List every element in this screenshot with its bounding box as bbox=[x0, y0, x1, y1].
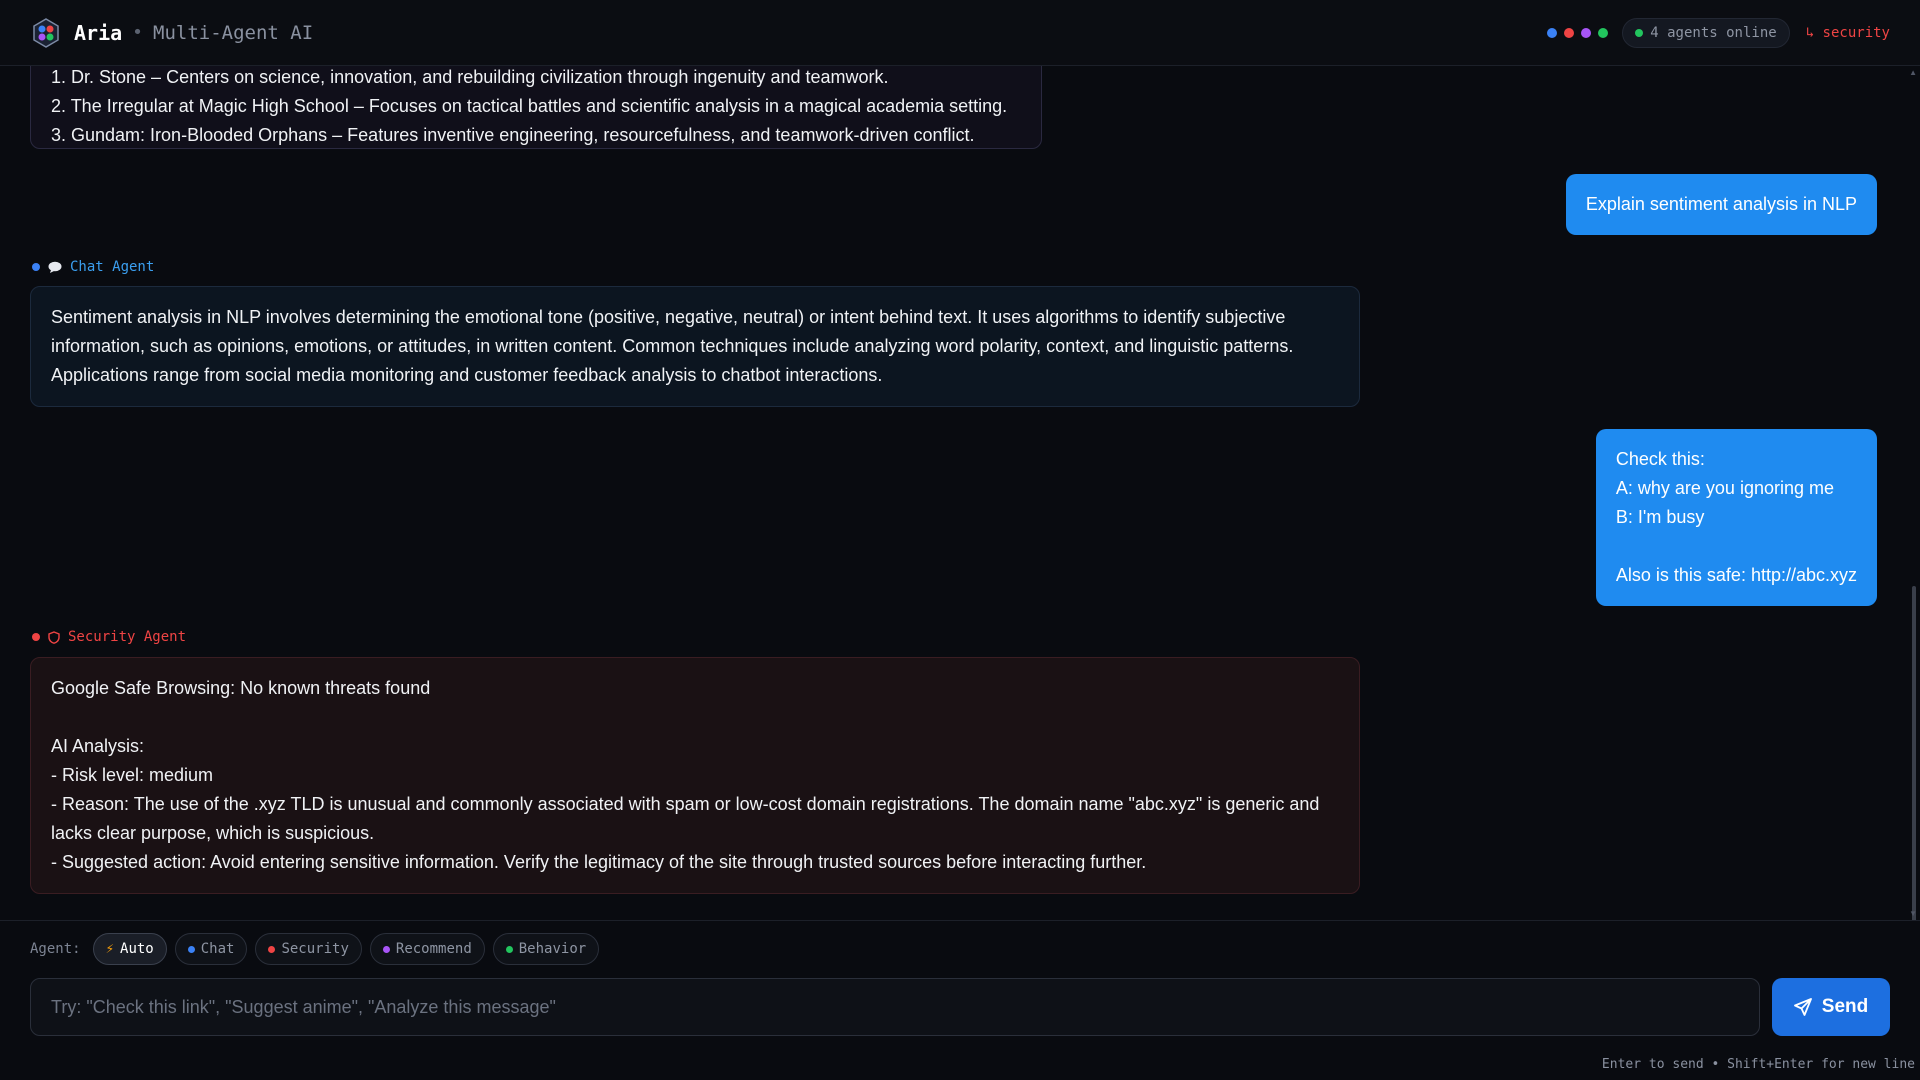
message-line: - Reason: The use of the .xyz TLD is unu… bbox=[51, 794, 1320, 814]
recommend-dot-icon bbox=[382, 945, 390, 953]
send-button-label: Send bbox=[1821, 996, 1869, 1017]
agent-selector: Agent: ⚡ Auto Chat Security Recommend Be… bbox=[30, 933, 600, 965]
online-count-text: 4 agents online bbox=[1650, 24, 1777, 41]
chat-agent-message: Sentiment analysis in NLP involves deter… bbox=[30, 286, 1360, 407]
message-line: 3. Gundam: Iron-Blooded Orphans – Featur… bbox=[51, 125, 975, 145]
top-bar: Aria • Multi-Agent AI 4 agents online ↳ … bbox=[0, 0, 1920, 66]
user-message-line: A: why are you ignoring me bbox=[1615, 478, 1834, 498]
scroll-down-arrow-icon[interactable]: ▼ bbox=[1909, 909, 1917, 918]
user-message-line: B: I'm busy bbox=[1615, 507, 1705, 527]
agent-chip-label: Auto bbox=[120, 941, 154, 957]
agent-chip-behavior[interactable]: Behavior bbox=[492, 933, 600, 965]
behavior-status-dot bbox=[1598, 27, 1609, 38]
user-message-line: Also is this safe: http://abc.xyz bbox=[1615, 565, 1857, 585]
security-status-dot bbox=[1564, 27, 1575, 38]
message-line: AI Analysis: bbox=[51, 736, 145, 756]
security-agent-message: Google Safe Browsing: No known threats f… bbox=[30, 657, 1360, 894]
chat-agent-name: Chat Agent bbox=[70, 259, 155, 275]
send-button[interactable]: Send bbox=[1772, 978, 1890, 1036]
agent-chip-security[interactable]: Security bbox=[255, 933, 362, 965]
user-message-line: Check this: bbox=[1615, 449, 1705, 469]
message-line: Applications range from social media mon… bbox=[51, 365, 883, 385]
agent-chip-label: Recommend bbox=[395, 941, 472, 957]
shield-icon bbox=[48, 630, 60, 644]
message-line bbox=[51, 703, 1339, 732]
scroll-up-arrow-icon[interactable]: ▲ bbox=[1909, 68, 1917, 77]
agent-selector-label: Agent: bbox=[30, 941, 81, 957]
chat-log[interactable]: 1. Dr. Stone – Centers on science, innov… bbox=[0, 66, 1920, 920]
app-subtitle: Multi-Agent AI bbox=[153, 21, 314, 44]
online-dot-icon bbox=[1635, 28, 1644, 37]
agent-chip-label: Behavior bbox=[518, 941, 587, 957]
brand-separator: • bbox=[132, 22, 144, 43]
agent-chip-recommend[interactable]: Recommend bbox=[369, 933, 485, 965]
agents-online-badge: 4 agents online bbox=[1622, 17, 1790, 48]
agent-chip-chat[interactable]: Chat bbox=[174, 933, 248, 965]
security-agent-dot bbox=[32, 633, 40, 641]
message-input-container[interactable] bbox=[30, 978, 1760, 1036]
message-line: Google Safe Browsing: No known threats f… bbox=[51, 678, 431, 698]
security-agent-name: Security Agent bbox=[68, 629, 187, 645]
security-dot-icon bbox=[268, 945, 276, 953]
composer: Agent: ⚡ Auto Chat Security Recommend Be… bbox=[0, 920, 1920, 1080]
paper-plane-icon bbox=[1793, 998, 1812, 1016]
user-message-text: Explain sentiment analysis in NLP bbox=[1585, 194, 1857, 214]
agent-status-dots bbox=[1547, 27, 1609, 38]
agent-chip-label: Security bbox=[281, 941, 349, 957]
message-line: 2. The Irregular at Magic High School – … bbox=[51, 96, 1008, 116]
chat-status-dot bbox=[1547, 27, 1558, 38]
bolt-icon: ⚡ bbox=[105, 941, 115, 957]
behavior-dot-icon bbox=[505, 945, 513, 953]
chat-dot-icon bbox=[187, 945, 195, 953]
message-line: - Suggested action: Avoid entering sensi… bbox=[51, 852, 1147, 872]
user-message: Explain sentiment analysis in NLP bbox=[1565, 174, 1877, 235]
agent-chip-label: Chat bbox=[200, 941, 235, 957]
speech-bubble-icon bbox=[48, 261, 62, 273]
message-line: 1. Dr. Stone – Centers on science, innov… bbox=[51, 67, 889, 87]
keyboard-hint: Enter to send • Shift+Enter for new line bbox=[1601, 1057, 1915, 1072]
chat-agent-label: Chat Agent bbox=[32, 259, 154, 275]
app-name: Aria bbox=[74, 20, 123, 45]
security-agent-label: Security Agent bbox=[32, 629, 186, 645]
bot-message-recommendations: 1. Dr. Stone – Centers on science, innov… bbox=[30, 66, 1042, 149]
scrollbar-thumb[interactable] bbox=[1912, 586, 1916, 920]
message-line: - Risk level: medium bbox=[51, 765, 214, 785]
aria-logo-icon bbox=[33, 17, 59, 48]
agent-chip-auto[interactable]: ⚡ Auto bbox=[92, 933, 167, 965]
user-message: Check this: A: why are you ignoring me B… bbox=[1595, 429, 1877, 606]
chat-agent-dot bbox=[32, 263, 40, 271]
route-indicator: ↳ security bbox=[1805, 24, 1890, 41]
message-line: Sentiment analysis in NLP involves deter… bbox=[51, 307, 1286, 327]
message-line: information, such as opinions, emotions,… bbox=[51, 336, 1294, 356]
chat-scrollbar[interactable] bbox=[1912, 136, 1916, 920]
user-message-line bbox=[1616, 532, 1857, 561]
recommend-status-dot bbox=[1581, 27, 1592, 38]
message-input[interactable] bbox=[51, 996, 1739, 1018]
message-line: lacks clear purpose, which is suspicious… bbox=[51, 823, 375, 843]
